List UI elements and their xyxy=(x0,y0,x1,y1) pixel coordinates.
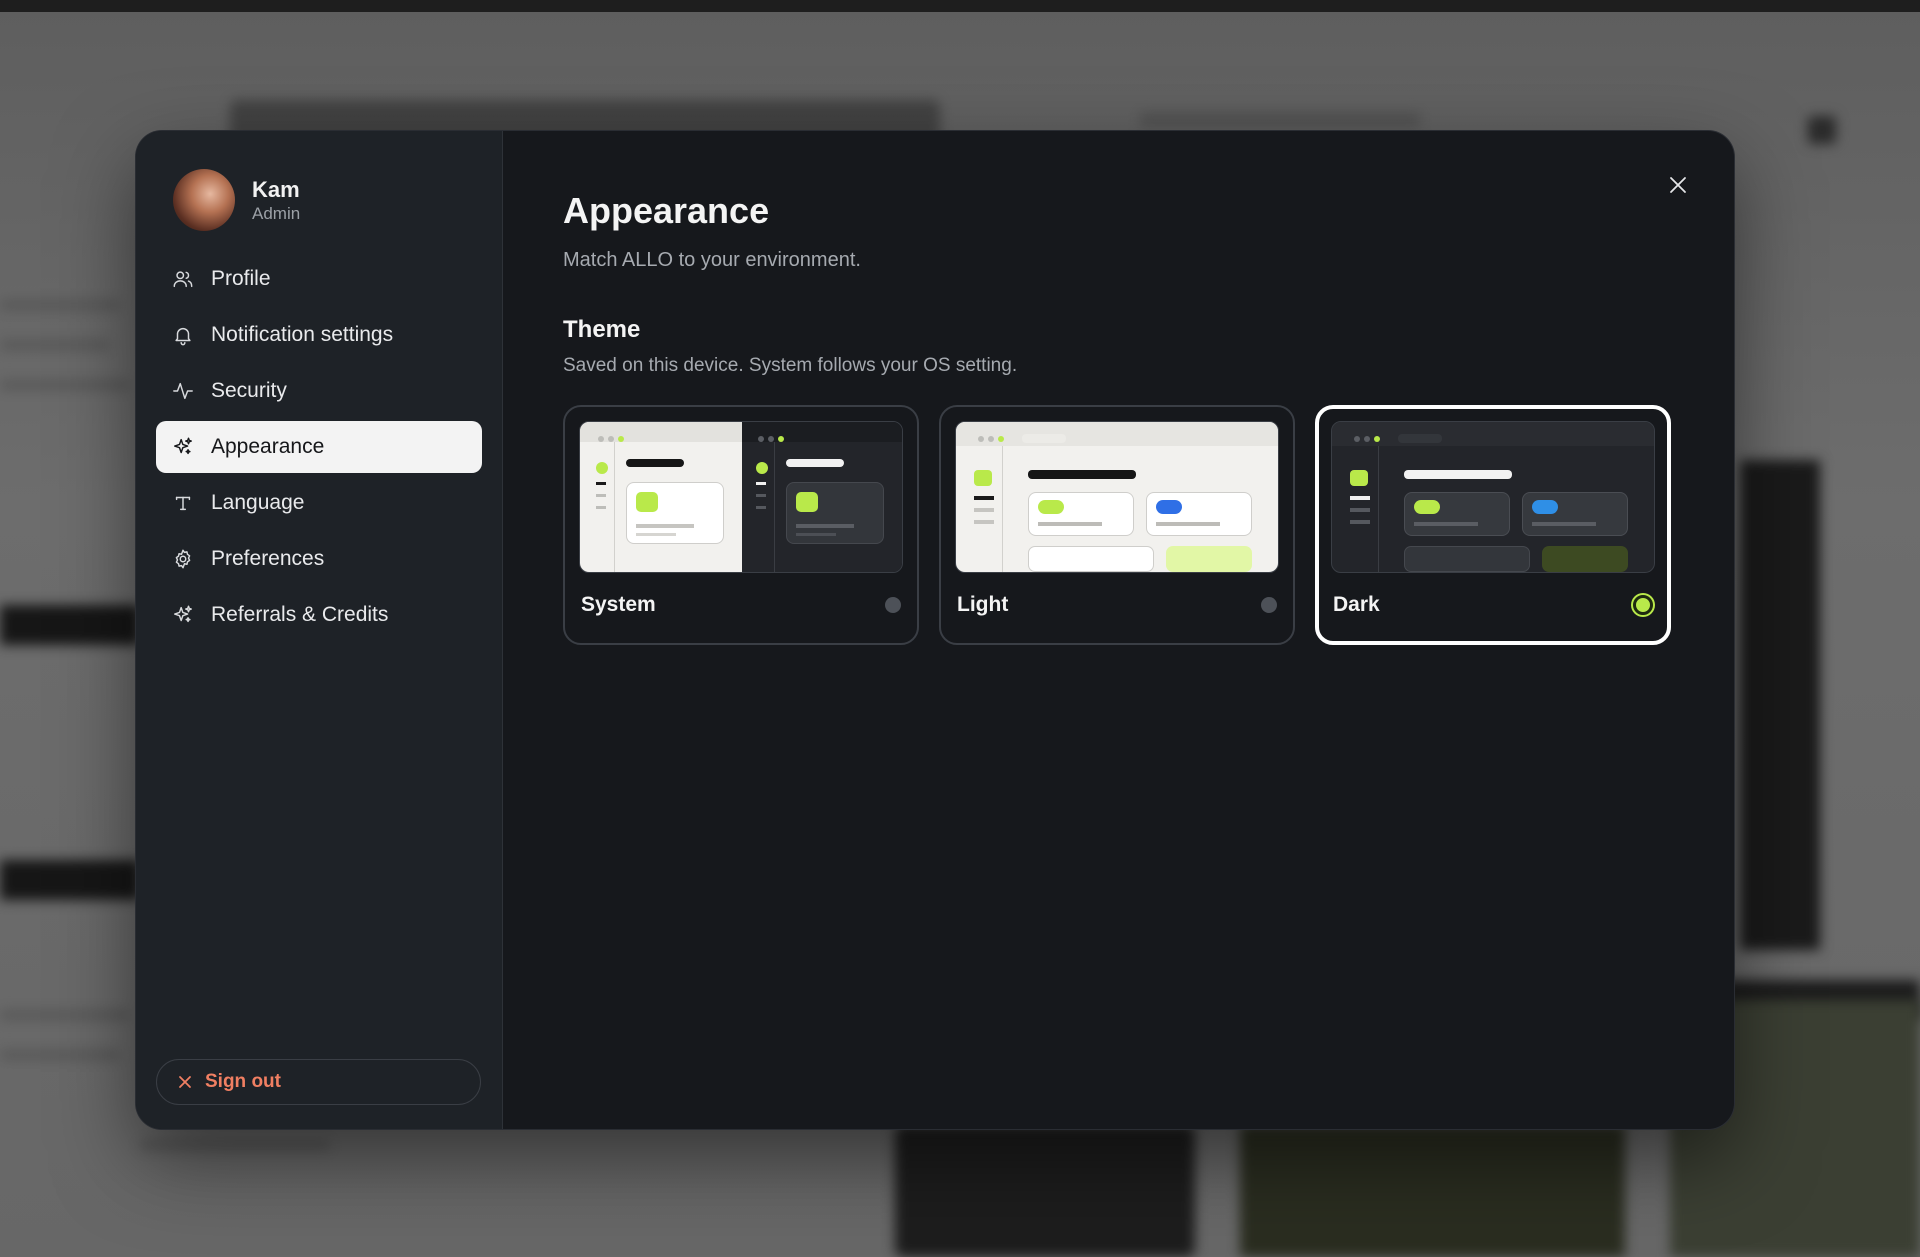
theme-option-footer: Light xyxy=(955,593,1279,617)
sparkle-icon xyxy=(172,604,194,626)
preview-light-half xyxy=(580,422,742,572)
background-text xyxy=(140,1140,330,1150)
user-group-icon xyxy=(172,268,194,290)
sparkle-icon xyxy=(172,436,194,458)
system-theme-preview xyxy=(579,421,903,573)
theme-option-footer: System xyxy=(579,593,903,617)
page-title: Appearance xyxy=(563,190,770,231)
avatar xyxy=(173,169,235,231)
page-subtitle: Match ALLO to your environment. xyxy=(563,249,861,271)
close-icon xyxy=(1669,176,1687,199)
theme-section-title: Theme xyxy=(563,316,641,343)
sidebar-item-security[interactable]: Security xyxy=(156,365,482,417)
background-icon xyxy=(1808,116,1836,144)
settings-nav: Profile Notification settings Security A… xyxy=(156,253,482,641)
sidebar-item-language[interactable]: Language xyxy=(156,477,482,529)
background-bar xyxy=(0,860,140,900)
user-card: Kam Admin xyxy=(173,169,482,231)
close-button[interactable] xyxy=(1664,173,1692,201)
sidebar-item-appearance[interactable]: Appearance xyxy=(156,421,482,473)
sidebar-item-label: Appearance xyxy=(211,435,325,458)
user-role: Admin xyxy=(252,203,301,223)
background-text xyxy=(1140,112,1420,128)
sign-out-button[interactable]: Sign out xyxy=(156,1059,481,1105)
sidebar-item-label: Referrals & Credits xyxy=(211,603,389,626)
settings-sidebar: Kam Admin Profile Notification settings xyxy=(136,131,503,1129)
theme-section-subtitle: Saved on this device. System follows you… xyxy=(563,355,1018,376)
light-theme-preview xyxy=(955,421,1279,573)
dark-theme-preview xyxy=(1331,421,1655,573)
theme-option-label: System xyxy=(581,593,656,616)
sidebar-item-profile[interactable]: Profile xyxy=(156,253,482,305)
settings-modal: Kam Admin Profile Notification settings xyxy=(136,131,1734,1129)
sidebar-item-label: Notification settings xyxy=(211,323,394,346)
appearance-panel: Appearance Match ALLO to your environmen… xyxy=(503,131,1734,1129)
theme-option-dark[interactable]: Dark xyxy=(1315,405,1671,645)
theme-option-label: Light xyxy=(957,593,1009,616)
preview-dark-half xyxy=(742,422,902,572)
theme-options: System Light Dark xyxy=(563,405,1734,645)
theme-option-system[interactable]: System xyxy=(563,405,919,645)
background-text xyxy=(0,1010,130,1020)
sidebar-item-preferences[interactable]: Preferences xyxy=(156,533,482,585)
sidebar-item-label: Security xyxy=(211,379,287,402)
sidebar-item-notification-settings[interactable]: Notification settings xyxy=(156,309,482,361)
background-panel xyxy=(1740,460,1820,950)
background-topbar xyxy=(0,0,1920,12)
sidebar-item-referrals-credits[interactable]: Referrals & Credits xyxy=(156,589,482,641)
background-bar xyxy=(0,605,140,645)
user-name: Kam xyxy=(252,176,300,202)
background-text xyxy=(0,380,130,390)
bell-icon xyxy=(172,324,194,346)
background-text xyxy=(0,1050,120,1060)
background-card xyxy=(895,1125,1195,1257)
sidebar-item-label: Profile xyxy=(211,267,271,290)
gear-icon xyxy=(172,548,194,570)
theme-option-light[interactable]: Light xyxy=(939,405,1295,645)
background-image xyxy=(1240,1125,1625,1257)
theme-radio-selected[interactable] xyxy=(1633,595,1653,615)
theme-radio[interactable] xyxy=(1261,597,1277,613)
x-icon xyxy=(177,1074,193,1090)
theme-option-footer: Dark xyxy=(1331,593,1655,617)
background-text xyxy=(0,300,120,310)
theme-option-label: Dark xyxy=(1333,593,1380,616)
activity-icon xyxy=(172,380,194,402)
sign-out-label: Sign out xyxy=(205,1071,281,1092)
sidebar-item-label: Language xyxy=(211,491,305,514)
theme-radio[interactable] xyxy=(885,597,901,613)
background-text xyxy=(0,340,110,350)
text-t-icon xyxy=(172,492,194,514)
sidebar-item-label: Preferences xyxy=(211,547,325,570)
